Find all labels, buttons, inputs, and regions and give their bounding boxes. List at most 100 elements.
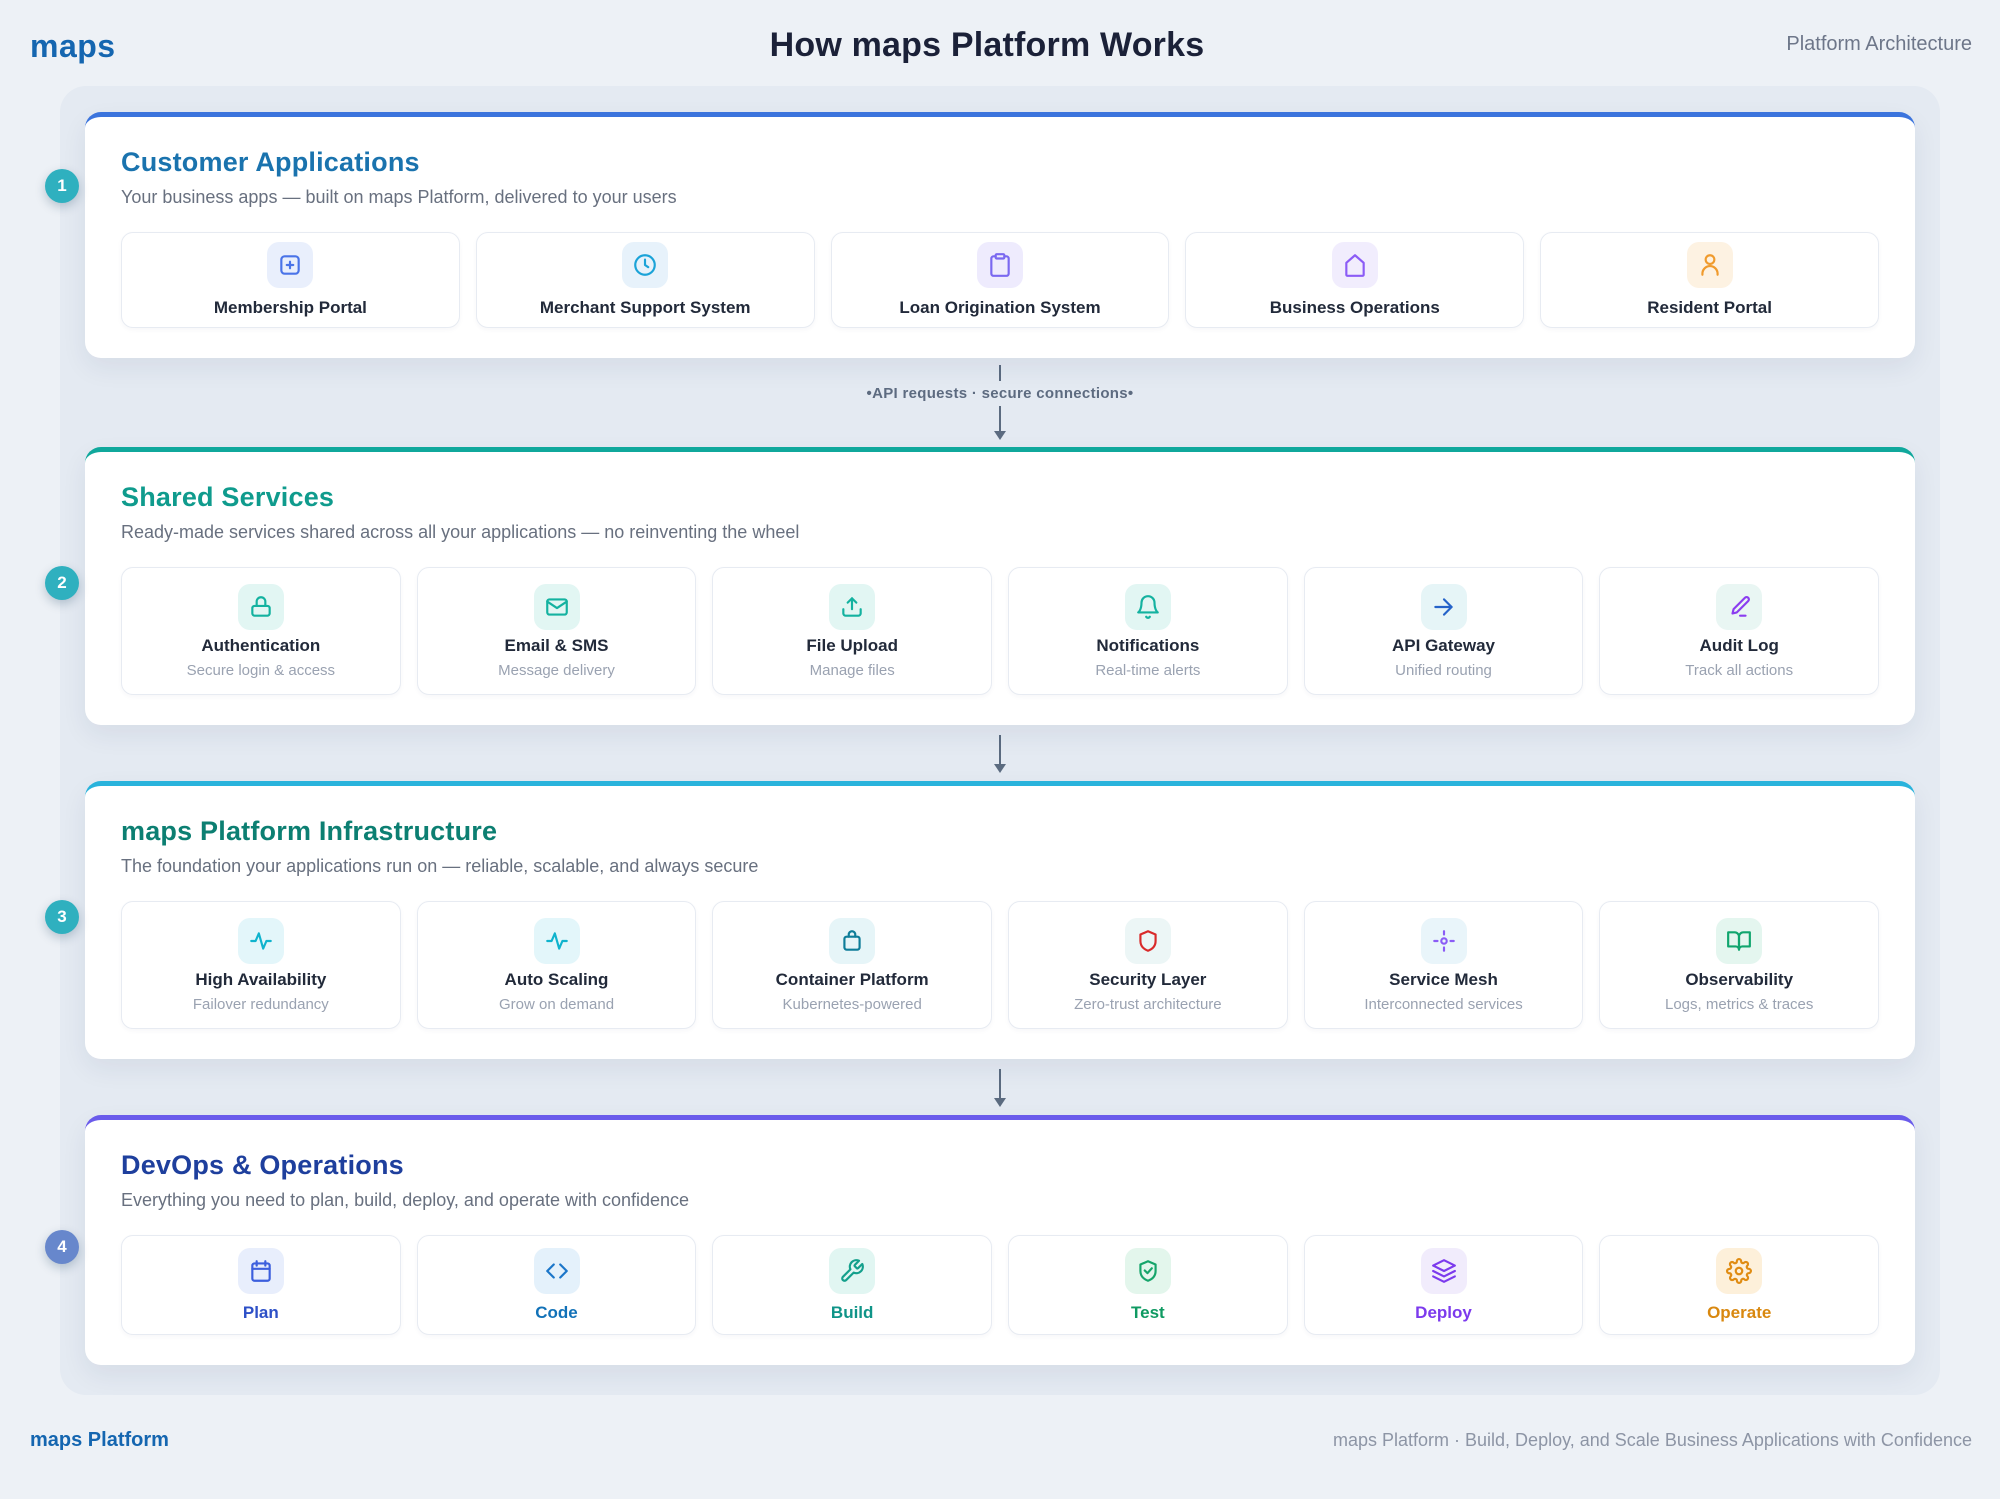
card-title: Plan	[243, 1303, 279, 1323]
service-cards-row: Authentication Secure login & access Ema…	[121, 567, 1879, 695]
gear-icon	[1716, 1248, 1762, 1294]
connector-line	[992, 364, 1008, 382]
card-subtitle: Interconnected services	[1364, 996, 1522, 1013]
card-code: Code	[417, 1235, 697, 1335]
section-subtitle: Ready-made services shared across all yo…	[121, 522, 1879, 543]
down-arrow-icon	[992, 1065, 1008, 1109]
section-shared-services: 2 Shared Services Ready-made services sh…	[85, 447, 1915, 725]
card-title: Authentication	[201, 636, 320, 656]
connector-label: •API requests · secure connections•	[867, 385, 1134, 402]
card-business-operations: Business Operations	[1185, 232, 1524, 328]
brand-logo: maps	[30, 28, 116, 65]
card-file-upload: File Upload Manage files	[712, 567, 992, 695]
container-icon	[829, 918, 875, 964]
card-container-platform: Container Platform Kubernetes-powered	[712, 901, 992, 1029]
footer-tagline: maps Platform · Build, Deploy, and Scale…	[1333, 1430, 1972, 1451]
section-title: Customer Applications	[121, 147, 1879, 178]
card-test: Test	[1008, 1235, 1288, 1335]
shield-icon	[1125, 918, 1171, 964]
card-title: Code	[535, 1303, 578, 1323]
card-title: Email & SMS	[505, 636, 609, 656]
plus-square-icon	[267, 242, 313, 288]
card-title: Test	[1131, 1303, 1165, 1323]
card-title: Merchant Support System	[540, 298, 751, 318]
card-operate: Operate	[1599, 1235, 1879, 1335]
step-badge-3: 3	[45, 900, 79, 934]
lock-icon	[238, 584, 284, 630]
header-right-label: Platform Architecture	[1786, 33, 1972, 56]
card-subtitle: Real-time alerts	[1095, 662, 1200, 679]
card-title: Resident Portal	[1647, 298, 1772, 318]
card-title: Container Platform	[776, 970, 929, 990]
wrench-icon	[829, 1248, 875, 1294]
card-resident-portal: Resident Portal	[1540, 232, 1879, 328]
app-cards-row: Membership Portal Merchant Support Syste…	[121, 232, 1879, 328]
card-subtitle: Failover redundancy	[193, 996, 329, 1013]
card-title: Business Operations	[1270, 298, 1440, 318]
code-icon	[534, 1248, 580, 1294]
activity-icon	[534, 918, 580, 964]
section-title: Shared Services	[121, 482, 1879, 513]
card-subtitle: Grow on demand	[499, 996, 614, 1013]
activity-icon	[238, 918, 284, 964]
section-subtitle: Everything you need to plan, build, depl…	[121, 1190, 1879, 1211]
top-bar: maps How maps Platform Works Platform Ar…	[0, 0, 2000, 86]
step-badge-4: 4	[45, 1230, 79, 1264]
section-subtitle: Your business apps — built on maps Platf…	[121, 187, 1879, 208]
step-badge-2: 2	[45, 566, 79, 600]
card-subtitle: Message delivery	[498, 662, 615, 679]
bell-icon	[1125, 584, 1171, 630]
card-plan: Plan	[121, 1235, 401, 1335]
pen-icon	[1716, 584, 1762, 630]
card-title: Membership Portal	[214, 298, 367, 318]
card-authentication: Authentication Secure login & access	[121, 567, 401, 695]
arrow-right-icon	[1421, 584, 1467, 630]
card-subtitle: Track all actions	[1685, 662, 1793, 679]
card-notifications: Notifications Real-time alerts	[1008, 567, 1288, 695]
card-auto-scaling: Auto Scaling Grow on demand	[417, 901, 697, 1029]
card-subtitle: Logs, metrics & traces	[1665, 996, 1813, 1013]
card-title: Auto Scaling	[505, 970, 609, 990]
upload-icon	[829, 584, 875, 630]
user-icon	[1687, 242, 1733, 288]
section-subtitle: The foundation your applications run on …	[121, 856, 1879, 877]
card-title: Audit Log	[1700, 636, 1779, 656]
card-service-mesh: Service Mesh Interconnected services	[1304, 901, 1584, 1029]
clock-icon	[622, 242, 668, 288]
pipeline-cards-row: Plan Code Build Test	[121, 1235, 1879, 1335]
down-arrow-icon	[992, 405, 1008, 441]
section-title: maps Platform Infrastructure	[121, 816, 1879, 847]
section-customer-applications: 1 Customer Applications Your business ap…	[85, 112, 1915, 358]
section-devops-operations: 4 DevOps & Operations Everything you nee…	[85, 1115, 1915, 1365]
card-subtitle: Secure login & access	[187, 662, 335, 679]
card-title: Notifications	[1096, 636, 1199, 656]
footer-brand: maps Platform	[30, 1429, 169, 1452]
card-subtitle: Kubernetes-powered	[783, 996, 922, 1013]
connector-api-requests: •API requests · secure connections•	[85, 358, 1915, 447]
section-title: DevOps & Operations	[121, 1150, 1879, 1181]
down-arrow-icon	[992, 731, 1008, 775]
card-merchant-support-system: Merchant Support System	[476, 232, 815, 328]
card-title: Build	[831, 1303, 874, 1323]
card-api-gateway: API Gateway Unified routing	[1304, 567, 1584, 695]
infrastructure-cards-row: High Availability Failover redundancy Au…	[121, 901, 1879, 1029]
card-title: Deploy	[1415, 1303, 1472, 1323]
card-deploy: Deploy	[1304, 1235, 1584, 1335]
card-membership-portal: Membership Portal	[121, 232, 460, 328]
card-title: File Upload	[806, 636, 898, 656]
shield-check-icon	[1125, 1248, 1171, 1294]
page-title: How maps Platform Works	[770, 26, 1205, 65]
card-subtitle: Zero-trust architecture	[1074, 996, 1222, 1013]
card-title: API Gateway	[1392, 636, 1495, 656]
card-observability: Observability Logs, metrics & traces	[1599, 901, 1879, 1029]
card-audit-log: Audit Log Track all actions	[1599, 567, 1879, 695]
card-build: Build	[712, 1235, 992, 1335]
connector-arrow	[85, 725, 1915, 781]
mesh-icon	[1421, 918, 1467, 964]
card-email-sms: Email & SMS Message delivery	[417, 567, 697, 695]
step-badge-1: 1	[45, 169, 79, 203]
card-title: High Availability	[195, 970, 326, 990]
home-icon	[1332, 242, 1378, 288]
card-title: Security Layer	[1089, 970, 1206, 990]
card-title: Loan Origination System	[899, 298, 1100, 318]
